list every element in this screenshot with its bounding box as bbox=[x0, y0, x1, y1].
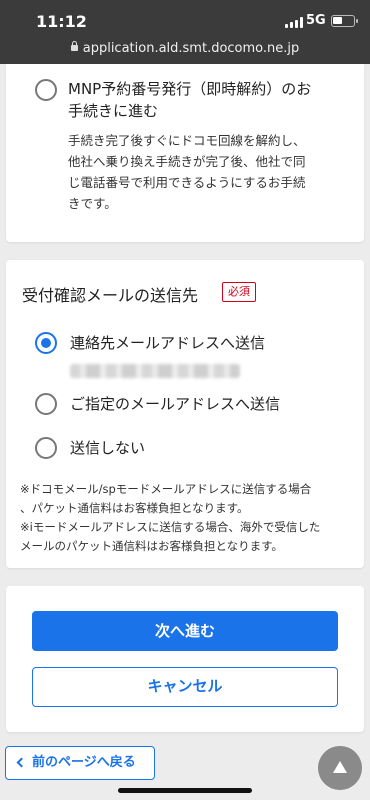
mnp-option-card: MNP予約番号発行（即時解約）のお 手続きに進む 手続き完了後すぐにドコモ回線を… bbox=[6, 64, 364, 242]
mnp-desc-line1: 手続き完了後すぐにドコモ回線を解約し、 bbox=[68, 133, 306, 148]
mnp-radio[interactable] bbox=[35, 79, 57, 101]
section-title: 受付確認メールの送信先 bbox=[22, 286, 199, 305]
radio-contact-email[interactable] bbox=[35, 332, 57, 354]
cancel-button[interactable]: キャンセル bbox=[32, 667, 338, 707]
home-indicator bbox=[118, 788, 252, 793]
url-text: application.ald.smt.docomo.ne.jp bbox=[82, 41, 300, 56]
signal-icon bbox=[285, 17, 303, 28]
option-contact-email-label[interactable]: 連絡先メールアドレスへ送信 bbox=[70, 332, 265, 354]
radio-no-send[interactable] bbox=[35, 437, 57, 459]
arrow-up-icon bbox=[333, 761, 347, 773]
mnp-label-line2: 手続きに進む bbox=[68, 102, 159, 120]
mnp-label-line1: MNP予約番号発行（即時解約）のお bbox=[68, 80, 312, 98]
status-time: 11:12 bbox=[36, 12, 87, 31]
required-badge: 必須 bbox=[222, 282, 256, 302]
email-destination-card: 受付確認メールの送信先 必須 連絡先メールアドレスへ送信 ご指定のメールアドレス… bbox=[6, 260, 364, 568]
notes: ※ドコモメール/spモードメールアドレスに送信する場合 、パケット通信料はお客様… bbox=[20, 480, 356, 556]
back-button[interactable]: 前のページへ戻る bbox=[5, 746, 155, 780]
note-line: ※ドコモメール/spモードメールアドレスに送信する場合 bbox=[20, 482, 312, 496]
mnp-desc-line2: 他社へ乗り換え手続きが完了後、他社で同 bbox=[68, 154, 306, 169]
lock-icon bbox=[70, 41, 78, 51]
option-no-send-label[interactable]: 送信しない bbox=[70, 437, 145, 459]
radio-specified-email[interactable] bbox=[35, 393, 57, 415]
back-button-label: 前のページへ戻る bbox=[32, 755, 136, 770]
browser-top-bar: 11:12 5G application.ald.smt.docomo.ne.j… bbox=[0, 0, 370, 64]
mnp-desc-line4: きです。 bbox=[68, 196, 117, 211]
mnp-desc-line3: じ電話番号で利用できるようにするお手続 bbox=[68, 175, 306, 190]
note-line: メールのパケット通信料はお客様負担となります。 bbox=[20, 539, 284, 553]
chevron-left-icon bbox=[16, 757, 27, 768]
network-type: 5G bbox=[306, 13, 326, 28]
mnp-description: 手続き完了後すぐにドコモ回線を解約し、 他社へ乗り換え手続きが完了後、他社で同 … bbox=[68, 130, 350, 214]
action-card: 次へ進む キャンセル bbox=[6, 586, 364, 732]
battery-icon bbox=[331, 15, 358, 27]
next-button[interactable]: 次へ進む bbox=[32, 611, 338, 651]
option-specified-email-label[interactable]: ご指定のメールアドレスへ送信 bbox=[70, 393, 280, 415]
scroll-to-top-button[interactable] bbox=[318, 746, 362, 790]
status-bar: 11:12 5G bbox=[0, 0, 370, 40]
address-bar[interactable]: application.ald.smt.docomo.ne.jp bbox=[0, 41, 370, 56]
mnp-option-label[interactable]: MNP予約番号発行（即時解約）のお 手続きに進む bbox=[68, 78, 311, 122]
masked-email-address bbox=[70, 364, 240, 378]
note-line: ※iモードメールアドレスに送信する場合、海外で受信した bbox=[20, 520, 321, 534]
note-line: 、パケット通信料はお客様負担となります。 bbox=[20, 501, 249, 515]
